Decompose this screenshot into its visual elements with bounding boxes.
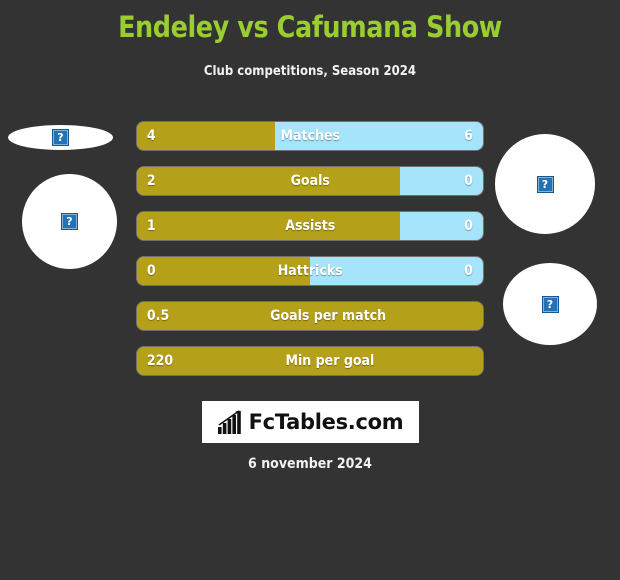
stat-bar-text: 220 Min per goal xyxy=(137,347,483,375)
fctables-logo-text: FcTables.com xyxy=(248,409,404,434)
stat-away-value: 0 xyxy=(464,218,474,234)
stats-bar-list: 4 Matches 6 2 Goals 0 1 Assists 0 0 Hattricks 0 0.5 G… xyxy=(137,122,483,392)
broken-image-icon: ? xyxy=(52,129,69,146)
avatar-left-top: ? xyxy=(8,125,113,150)
stat-label: Min per goal xyxy=(285,353,375,369)
stat-bar-text: 4 Matches 6 xyxy=(137,122,483,150)
page-subtitle: Club competitions, Season 2024 xyxy=(203,64,417,79)
stat-bar-text: 0.5 Goals per match xyxy=(137,302,483,330)
avatar-right-top: ? xyxy=(495,134,595,234)
stat-label: Goals xyxy=(290,173,330,189)
stat-bar-row: 0 Hattricks 0 xyxy=(137,257,483,285)
stat-home-value: 0.5 xyxy=(146,308,170,324)
stat-bar-text: 2 Goals 0 xyxy=(137,167,483,195)
stat-label: Matches xyxy=(280,128,340,144)
stat-label: Assists xyxy=(284,218,336,234)
avatar-right-bottom: ? xyxy=(503,263,597,345)
broken-image-icon: ? xyxy=(61,213,78,230)
broken-image-icon: ? xyxy=(541,295,559,313)
stat-home-value: 4 xyxy=(146,128,156,144)
stat-home-value: 2 xyxy=(146,173,156,189)
footer-date: 6 november 2024 xyxy=(248,456,372,472)
stat-home-value: 220 xyxy=(146,353,174,369)
stat-away-value: 0 xyxy=(464,173,474,189)
stat-away-value: 0 xyxy=(464,263,474,279)
stat-bar-text: 1 Assists 0 xyxy=(137,212,483,240)
stat-bar-row: 220 Min per goal xyxy=(137,347,483,375)
fctables-logo[interactable]: FcTables.com xyxy=(202,401,419,443)
comparison-body: ? ? ? ? 4 Matches 6 2 Goals 0 1 Assists 0 0 Hattri… xyxy=(0,108,620,398)
stat-label: Goals per match xyxy=(269,308,386,324)
stat-away-value: 6 xyxy=(464,128,474,144)
chart-header: Endeley vs Cafumana Show Club competitio… xyxy=(0,0,620,80)
stat-bar-text: 0 Hattricks 0 xyxy=(137,257,483,285)
stat-home-value: 1 xyxy=(146,218,156,234)
stat-label: Hattricks xyxy=(277,263,343,279)
stat-bar-row: 4 Matches 6 xyxy=(137,122,483,150)
stat-bar-row: 1 Assists 0 xyxy=(137,212,483,240)
page-title: Endeley vs Cafumana Show xyxy=(118,10,502,44)
stat-home-value: 0 xyxy=(146,263,156,279)
broken-image-icon: ? xyxy=(536,175,554,193)
bar-chart-growth-icon xyxy=(217,410,241,434)
stat-bar-row: 2 Goals 0 xyxy=(137,167,483,195)
avatar-left-main: ? xyxy=(22,174,117,269)
stat-bar-row: 0.5 Goals per match xyxy=(137,302,483,330)
